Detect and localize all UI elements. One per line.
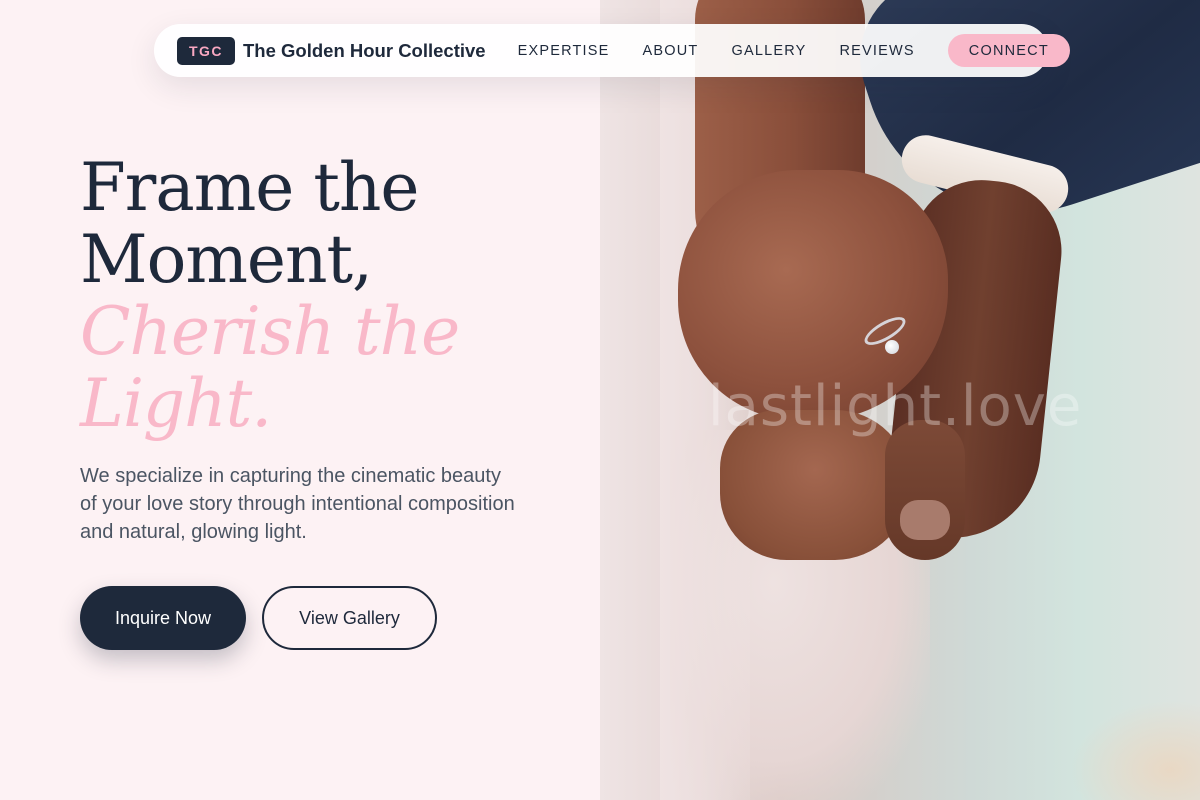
- photo-thumbnail: [900, 500, 950, 540]
- hero-headline: Frame the Moment, Cherish the Light.: [80, 152, 580, 440]
- hero-subtitle: We specialize in capturing the cinematic…: [80, 465, 515, 543]
- nav-link-reviews[interactable]: REVIEWS: [840, 43, 915, 59]
- headline-accent-line-2: Light.: [80, 365, 272, 442]
- inquire-now-button[interactable]: Inquire Now: [80, 586, 246, 650]
- nav-link-expertise[interactable]: EXPERTISE: [518, 43, 610, 59]
- headline-line-1: Frame the: [80, 149, 419, 226]
- headline-line-2: Moment,: [80, 221, 373, 298]
- connect-button[interactable]: CONNECT: [947, 34, 1070, 67]
- nav-links: EXPERTISE ABOUT GALLERY REVIEWS: [518, 43, 948, 59]
- brand-badge: TGC: [177, 36, 235, 65]
- photo-watermark: lastlight.love: [708, 374, 1083, 439]
- top-navigation: TGC The Golden Hour Collective EXPERTISE…: [154, 24, 1070, 77]
- brand[interactable]: TGC The Golden Hour Collective: [177, 36, 486, 65]
- photo-rope: [1070, 700, 1200, 800]
- nav-link-gallery[interactable]: GALLERY: [731, 43, 806, 59]
- view-gallery-button[interactable]: View Gallery: [262, 586, 437, 650]
- headline-accent-line-1: Cherish the: [80, 293, 460, 370]
- brand-name: The Golden Hour Collective: [243, 39, 486, 61]
- ring-stone: [885, 340, 899, 354]
- nav-link-about[interactable]: ABOUT: [643, 43, 699, 59]
- hero-photo: lastlight.love: [600, 0, 1200, 800]
